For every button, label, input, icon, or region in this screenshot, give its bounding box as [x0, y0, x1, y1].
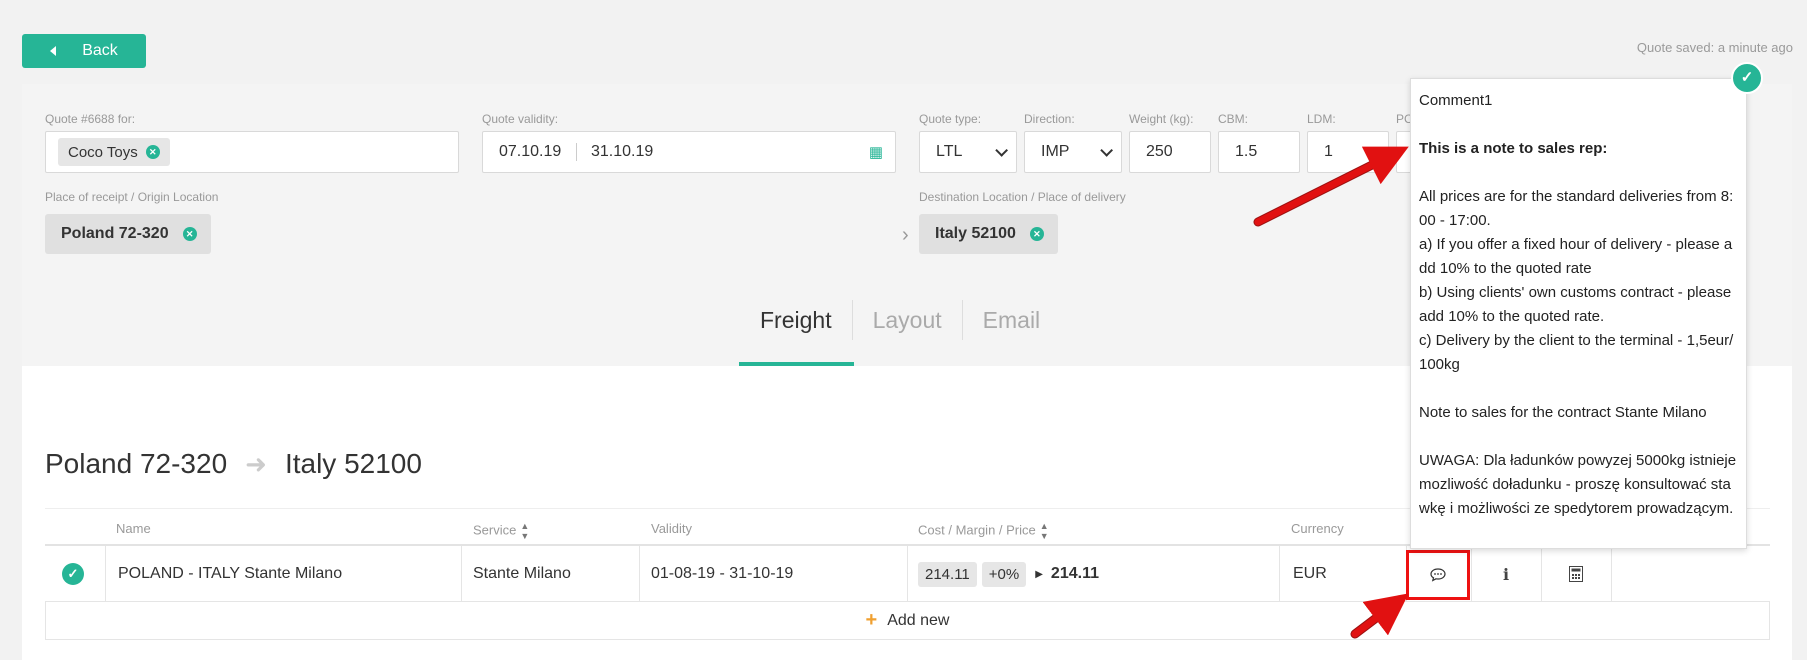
back-button[interactable]: Back [22, 34, 146, 68]
row-service: Stante Milano [473, 565, 571, 582]
destination-label: Destination Location / Place of delivery [919, 190, 1126, 204]
sort-icon: ▲ ▼ [1039, 521, 1049, 541]
info-icon[interactable]: i [1471, 546, 1541, 602]
route-chevron-icon: › [902, 224, 909, 246]
valid-from[interactable]: 07.10.19 [499, 143, 577, 161]
direction-label: Direction: [1024, 112, 1075, 126]
back-arrow-icon [50, 46, 57, 56]
calculator-icon[interactable] [1541, 546, 1611, 602]
chevron-down-icon [995, 143, 1008, 157]
comment-line: b) Using clients' own customs contract -… [1419, 284, 1732, 325]
tab-freight[interactable]: Freight [740, 307, 852, 334]
remove-origin-icon[interactable]: ✕ [182, 227, 197, 241]
cost-value[interactable]: 214.11 [918, 561, 977, 587]
cbm-value: 1.5 [1235, 143, 1258, 160]
weight-value: 250 [1146, 143, 1173, 160]
col-cost[interactable]: Cost / Margin / Price ▲ ▼ [918, 521, 1049, 541]
tab-email[interactable]: Email [963, 307, 1061, 334]
direction-select[interactable]: IMP [1024, 131, 1122, 173]
type-label: Quote type: [919, 112, 982, 126]
col-name[interactable]: Name [116, 521, 151, 536]
caret-right-icon: ▶ [1035, 568, 1043, 580]
type-value: LTL [936, 143, 963, 160]
table-row[interactable]: ✓ POLAND - ITALY Stante Milano Stante Mi… [45, 546, 1770, 602]
price-value: 214.11 [1050, 565, 1099, 582]
calendar-icon[interactable]: ▦ [869, 143, 883, 161]
add-new-button[interactable]: + Add new [45, 602, 1770, 640]
cbm-label: CBM: [1218, 112, 1248, 126]
row-selected[interactable]: ✓ [62, 546, 84, 602]
sort-icon: ▲ ▼ [520, 521, 530, 541]
comment-icon [1430, 568, 1446, 582]
comment-line: Note to sales for the contract Stante Mi… [1419, 404, 1707, 421]
tab-bar: Freight Layout Email [740, 300, 1060, 340]
ldm-value: 1 [1324, 143, 1333, 160]
customer-field[interactable]: Coco Toys ✕ [45, 131, 459, 173]
customer-name: Coco Toys [68, 143, 138, 161]
comment-line: UWAGA: Dla ładunków powyzej 5000kg istni… [1419, 452, 1737, 517]
weight-input[interactable]: 250 [1129, 131, 1211, 173]
row-currency: EUR [1293, 565, 1327, 582]
quote-for-label: Quote #6688 for: [45, 112, 136, 126]
route-to: Italy 52100 [284, 448, 422, 479]
save-status: Quote saved: a minute ago [1636, 40, 1793, 55]
check-icon: ✓ [62, 563, 84, 585]
origin-chip[interactable]: Poland 72-320 ✕ [45, 214, 211, 254]
arrow-right-icon: ➜ [245, 448, 267, 479]
col-validity[interactable]: Validity [651, 521, 692, 536]
margin-value[interactable]: +0% [981, 561, 1027, 587]
comment-line: c) Delivery by the client to the termina… [1419, 332, 1734, 373]
confirm-check-icon[interactable]: ✓ [1731, 62, 1763, 94]
add-new-label: Add new [887, 611, 950, 629]
customer-chip: Coco Toys ✕ [58, 138, 170, 166]
row-validity: 01-08-19 - 31-10-19 [651, 565, 794, 582]
validity-label: Quote validity: [482, 112, 559, 126]
comment-heading: This is a note to sales rep: [1419, 140, 1608, 157]
comment-title: Comment1 [1419, 92, 1493, 109]
row-name: POLAND - ITALY Stante Milano [118, 565, 343, 582]
tab-layout[interactable]: Layout [853, 307, 962, 334]
destination-chip[interactable]: Italy 52100 ✕ [919, 214, 1058, 254]
ldm-label: LDM: [1307, 112, 1336, 126]
cbm-input[interactable]: 1.5 [1218, 131, 1300, 173]
destination-value: Italy 52100 [935, 225, 1016, 242]
ldm-input[interactable]: 1 [1307, 131, 1389, 173]
back-label: Back [82, 42, 118, 59]
plus-icon: + [865, 609, 878, 631]
origin-label: Place of receipt / Origin Location [45, 190, 219, 204]
validity-field[interactable]: 07.10.19 31.10.19 ▦ [482, 131, 896, 173]
comment-button[interactable] [1406, 550, 1470, 600]
col-service-label: Service [473, 522, 517, 538]
origin-value: Poland 72-320 [61, 225, 169, 242]
row-pricing: 214.11 +0% ▶ 214.11 [918, 546, 1099, 602]
route-from: Poland 72-320 [45, 448, 228, 479]
weight-label: Weight (kg): [1129, 112, 1194, 126]
route-title: Poland 72-320 ➜ Italy 52100 [45, 448, 422, 480]
remove-customer-icon[interactable]: ✕ [145, 145, 160, 159]
comment-line: All prices are for the standard deliveri… [1419, 188, 1734, 229]
type-select[interactable]: LTL [919, 131, 1017, 173]
valid-to[interactable]: 31.10.19 [591, 143, 653, 161]
col-cost-label: Cost / Margin / Price [918, 522, 1036, 538]
comment-popover: Comment1 This is a note to sales rep: Al… [1410, 78, 1747, 549]
col-currency[interactable]: Currency [1291, 521, 1344, 536]
comment-line: a) If you offer a fixed hour of delivery… [1419, 236, 1733, 277]
direction-value: IMP [1041, 143, 1070, 160]
remove-destination-icon[interactable]: ✕ [1029, 227, 1044, 241]
col-service[interactable]: Service ▲ ▼ [473, 521, 529, 541]
chevron-down-icon [1100, 143, 1113, 157]
